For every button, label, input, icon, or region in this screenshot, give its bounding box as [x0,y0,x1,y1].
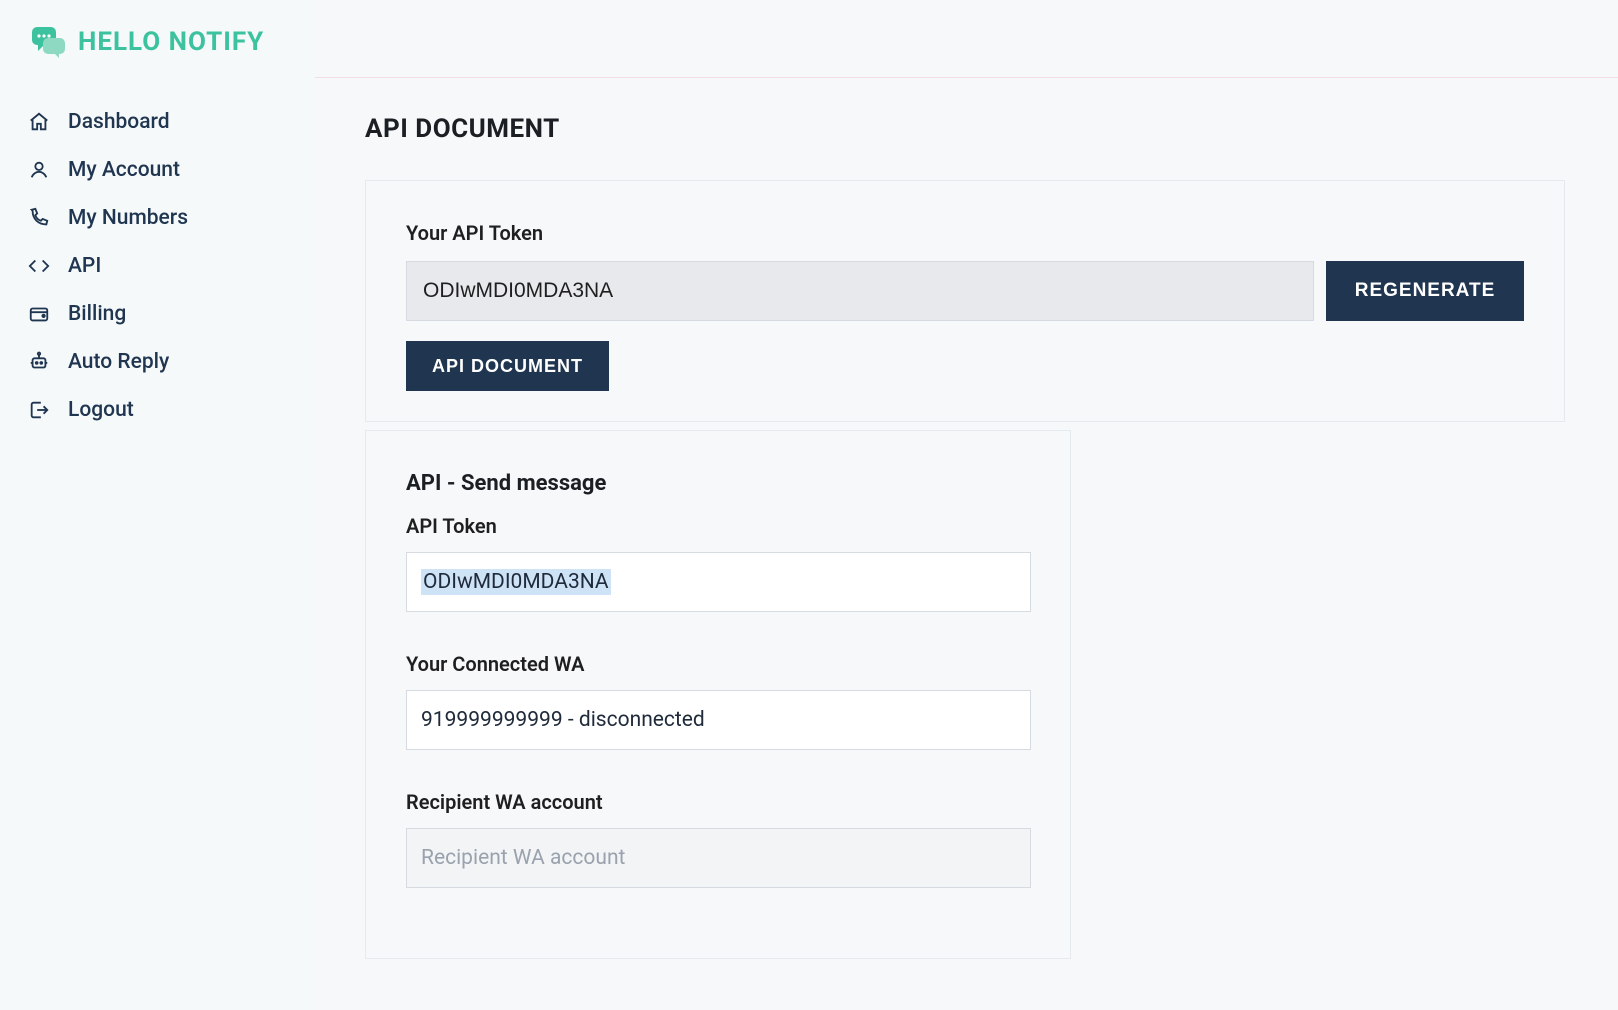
home-icon [28,111,50,133]
send-api-token-label: API Token [406,514,1030,538]
sidebar-item-billing[interactable]: Billing [0,290,315,338]
chat-bubbles-icon [28,22,68,62]
connected-wa-label: Your Connected WA [406,652,1030,676]
sidebar-item-my-account[interactable]: My Account [0,146,315,194]
main-content: API DOCUMENT Your API Token REGENERATE A… [315,0,1618,1010]
logo: HELLO NOTIFY [0,22,315,98]
top-bar [315,0,1618,78]
sidebar-item-label: Logout [68,398,134,422]
phone-icon [28,207,50,229]
code-icon [28,255,50,277]
sidebar-item-label: Billing [68,302,126,326]
sidebar-item-logout[interactable]: Logout [0,386,315,434]
sidebar-item-label: Auto Reply [68,350,169,374]
send-message-card: API - Send message API Token ODIwMDI0MDA… [365,430,1071,959]
sidebar-item-my-numbers[interactable]: My Numbers [0,194,315,242]
connected-wa-select[interactable]: 919999999999 - disconnected [406,690,1031,750]
sidebar-item-label: API [68,254,101,278]
sidebar-item-dashboard[interactable]: Dashboard [0,98,315,146]
connected-wa-value: 919999999999 - disconnected [421,708,705,732]
regenerate-button[interactable]: REGENERATE [1326,261,1524,321]
bot-icon [28,351,50,373]
api-token-card: Your API Token REGENERATE API DOCUMENT [365,180,1565,422]
api-document-button[interactable]: API DOCUMENT [406,341,609,391]
sidebar-item-api[interactable]: API [0,242,315,290]
api-token-label: Your API Token [406,221,1524,245]
user-icon [28,159,50,181]
send-api-token-value: ODIwMDI0MDA3NA [421,569,611,595]
recipient-label: Recipient WA account [406,790,1030,814]
send-api-token-field[interactable]: ODIwMDI0MDA3NA [406,552,1031,612]
sidebar: HELLO NOTIFY Dashboard My Account My Num… [0,0,315,1010]
sidebar-item-auto-reply[interactable]: Auto Reply [0,338,315,386]
page-title: API DOCUMENT [365,114,1618,144]
sidebar-item-label: Dashboard [68,110,170,134]
brand-name: HELLO NOTIFY [78,27,264,57]
sidebar-nav: Dashboard My Account My Numbers API [0,98,315,434]
recipient-input[interactable] [406,828,1031,888]
logout-icon [28,399,50,421]
sidebar-item-label: My Account [68,158,180,182]
api-token-field[interactable] [406,261,1314,321]
sidebar-item-label: My Numbers [68,206,188,230]
wallet-icon [28,303,50,325]
send-message-title: API - Send message [406,471,1030,496]
